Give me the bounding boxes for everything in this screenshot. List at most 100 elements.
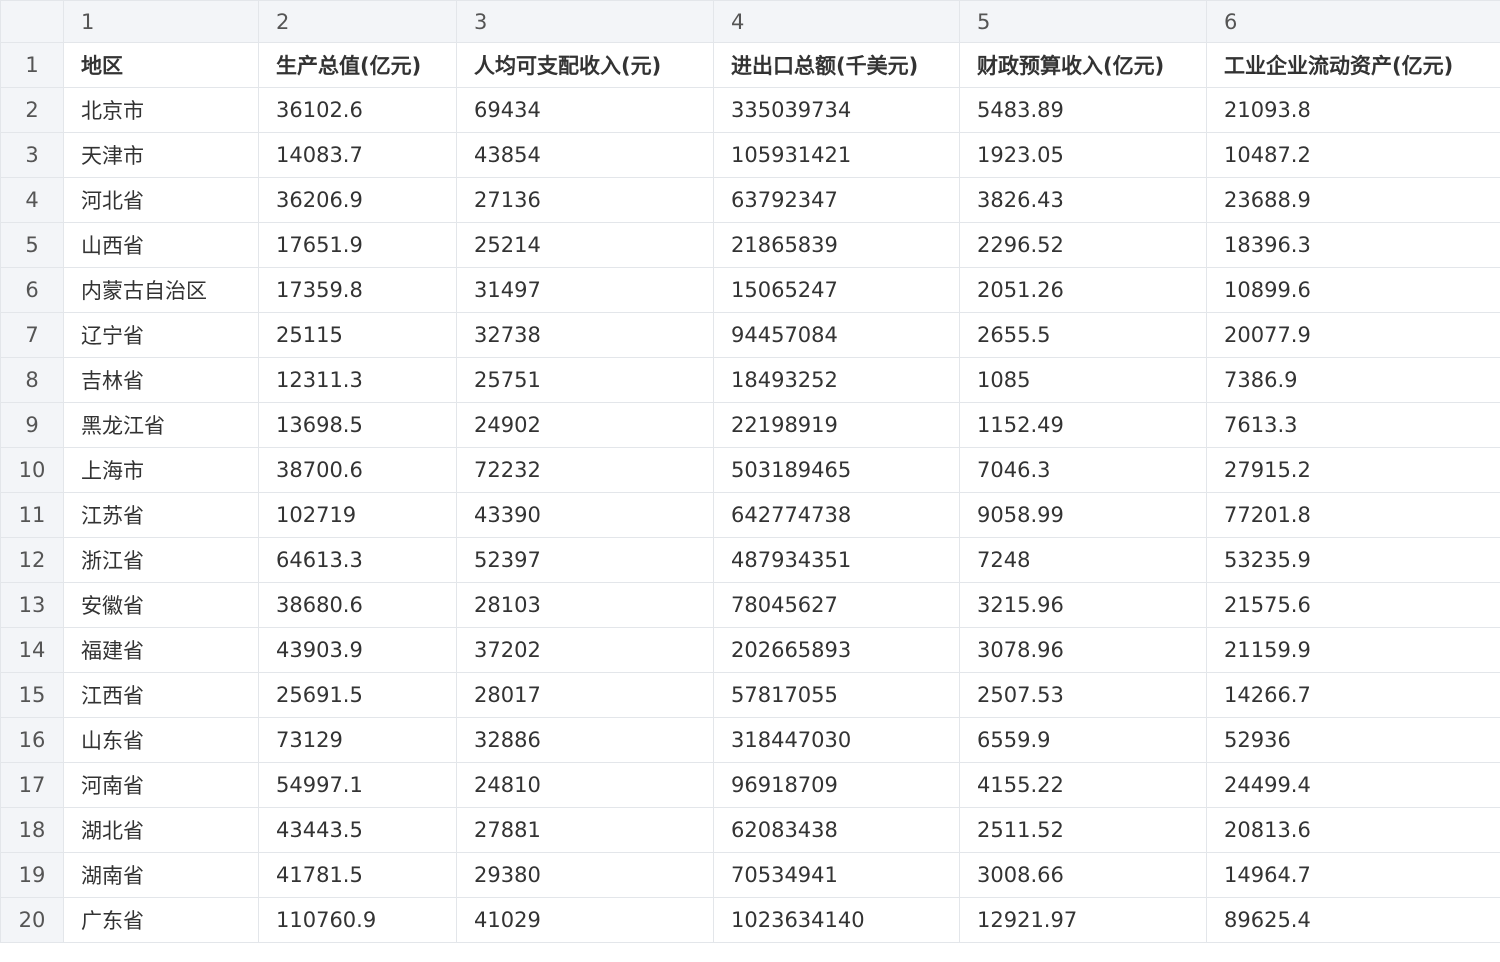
data-cell[interactable]: 25214: [456, 222, 714, 268]
data-cell[interactable]: 1023634140: [713, 897, 960, 943]
data-cell[interactable]: 2507.53: [959, 672, 1207, 718]
data-cell[interactable]: 54997.1: [258, 762, 457, 808]
column-header-5[interactable]: 5: [959, 0, 1207, 43]
data-cell[interactable]: 10487.2: [1206, 132, 1500, 178]
data-cell[interactable]: 山东省: [63, 717, 259, 763]
column-title-cell[interactable]: 生产总值(亿元): [258, 42, 457, 88]
data-cell[interactable]: 102719: [258, 492, 457, 538]
row-number[interactable]: 20: [0, 897, 64, 943]
data-cell[interactable]: 17651.9: [258, 222, 457, 268]
data-cell[interactable]: 38680.6: [258, 582, 457, 628]
data-cell[interactable]: 25751: [456, 357, 714, 403]
column-title-cell[interactable]: 地区: [63, 42, 259, 88]
row-number[interactable]: 10: [0, 447, 64, 493]
data-cell[interactable]: 10899.6: [1206, 267, 1500, 313]
row-number[interactable]: 19: [0, 852, 64, 898]
data-cell[interactable]: 黑龙江省: [63, 402, 259, 448]
data-cell[interactable]: 21159.9: [1206, 627, 1500, 673]
column-title-cell[interactable]: 进出口总额(千美元): [713, 42, 960, 88]
data-cell[interactable]: 1152.49: [959, 402, 1207, 448]
row-number[interactable]: 1: [0, 42, 64, 88]
data-cell[interactable]: 70534941: [713, 852, 960, 898]
data-cell[interactable]: 31497: [456, 267, 714, 313]
data-cell[interactable]: 487934351: [713, 537, 960, 583]
data-cell[interactable]: 642774738: [713, 492, 960, 538]
data-cell[interactable]: 202665893: [713, 627, 960, 673]
data-cell[interactable]: 14266.7: [1206, 672, 1500, 718]
data-cell[interactable]: 江西省: [63, 672, 259, 718]
data-cell[interactable]: 89625.4: [1206, 897, 1500, 943]
data-cell[interactable]: 57817055: [713, 672, 960, 718]
data-cell[interactable]: 13698.5: [258, 402, 457, 448]
data-cell[interactable]: 24810: [456, 762, 714, 808]
column-title-cell[interactable]: 人均可支配收入(元): [456, 42, 714, 88]
data-cell[interactable]: 36102.6: [258, 87, 457, 133]
data-cell[interactable]: 河南省: [63, 762, 259, 808]
data-cell[interactable]: 77201.8: [1206, 492, 1500, 538]
row-number[interactable]: 3: [0, 132, 64, 178]
data-cell[interactable]: 21575.6: [1206, 582, 1500, 628]
data-cell[interactable]: 14964.7: [1206, 852, 1500, 898]
data-cell[interactable]: 110760.9: [258, 897, 457, 943]
row-number[interactable]: 13: [0, 582, 64, 628]
data-cell[interactable]: 4155.22: [959, 762, 1207, 808]
data-cell[interactable]: 广东省: [63, 897, 259, 943]
data-cell[interactable]: 2655.5: [959, 312, 1207, 358]
data-cell[interactable]: 32738: [456, 312, 714, 358]
data-cell[interactable]: 17359.8: [258, 267, 457, 313]
data-cell[interactable]: 18396.3: [1206, 222, 1500, 268]
data-cell[interactable]: 山西省: [63, 222, 259, 268]
data-cell[interactable]: 天津市: [63, 132, 259, 178]
data-cell[interactable]: 29380: [456, 852, 714, 898]
data-cell[interactable]: 28017: [456, 672, 714, 718]
data-cell[interactable]: 15065247: [713, 267, 960, 313]
data-cell[interactable]: 32886: [456, 717, 714, 763]
row-number[interactable]: 7: [0, 312, 64, 358]
data-cell[interactable]: 25115: [258, 312, 457, 358]
data-cell[interactable]: 53235.9: [1206, 537, 1500, 583]
data-cell[interactable]: 64613.3: [258, 537, 457, 583]
data-cell[interactable]: 上海市: [63, 447, 259, 493]
data-cell[interactable]: 2511.52: [959, 807, 1207, 853]
data-cell[interactable]: 96918709: [713, 762, 960, 808]
data-cell[interactable]: 52397: [456, 537, 714, 583]
data-cell[interactable]: 3826.43: [959, 177, 1207, 223]
row-number[interactable]: 14: [0, 627, 64, 673]
data-cell[interactable]: 2296.52: [959, 222, 1207, 268]
corner-cell[interactable]: [0, 0, 64, 43]
data-cell[interactable]: 3215.96: [959, 582, 1207, 628]
column-header-3[interactable]: 3: [456, 0, 714, 43]
data-cell[interactable]: 12921.97: [959, 897, 1207, 943]
data-cell[interactable]: 5483.89: [959, 87, 1207, 133]
data-cell[interactable]: 503189465: [713, 447, 960, 493]
data-cell[interactable]: 25691.5: [258, 672, 457, 718]
column-title-cell[interactable]: 财政预算收入(亿元): [959, 42, 1207, 88]
data-cell[interactable]: 3008.66: [959, 852, 1207, 898]
data-cell[interactable]: 105931421: [713, 132, 960, 178]
data-cell[interactable]: 43854: [456, 132, 714, 178]
data-cell[interactable]: 41781.5: [258, 852, 457, 898]
data-cell[interactable]: 43903.9: [258, 627, 457, 673]
data-cell[interactable]: 河北省: [63, 177, 259, 223]
row-number[interactable]: 16: [0, 717, 64, 763]
data-cell[interactable]: 73129: [258, 717, 457, 763]
row-number[interactable]: 5: [0, 222, 64, 268]
data-cell[interactable]: 1085: [959, 357, 1207, 403]
data-cell[interactable]: 20077.9: [1206, 312, 1500, 358]
data-cell[interactable]: 湖北省: [63, 807, 259, 853]
data-cell[interactable]: 7386.9: [1206, 357, 1500, 403]
data-cell[interactable]: 335039734: [713, 87, 960, 133]
row-number[interactable]: 6: [0, 267, 64, 313]
data-cell[interactable]: 安徽省: [63, 582, 259, 628]
data-cell[interactable]: 12311.3: [258, 357, 457, 403]
data-cell[interactable]: 22198919: [713, 402, 960, 448]
data-cell[interactable]: 福建省: [63, 627, 259, 673]
row-number[interactable]: 18: [0, 807, 64, 853]
data-cell[interactable]: 72232: [456, 447, 714, 493]
column-header-1[interactable]: 1: [63, 0, 259, 43]
column-header-4[interactable]: 4: [713, 0, 960, 43]
row-number[interactable]: 8: [0, 357, 64, 403]
data-cell[interactable]: 23688.9: [1206, 177, 1500, 223]
column-title-cell[interactable]: 工业企业流动资产(亿元): [1206, 42, 1500, 88]
data-cell[interactable]: 北京市: [63, 87, 259, 133]
